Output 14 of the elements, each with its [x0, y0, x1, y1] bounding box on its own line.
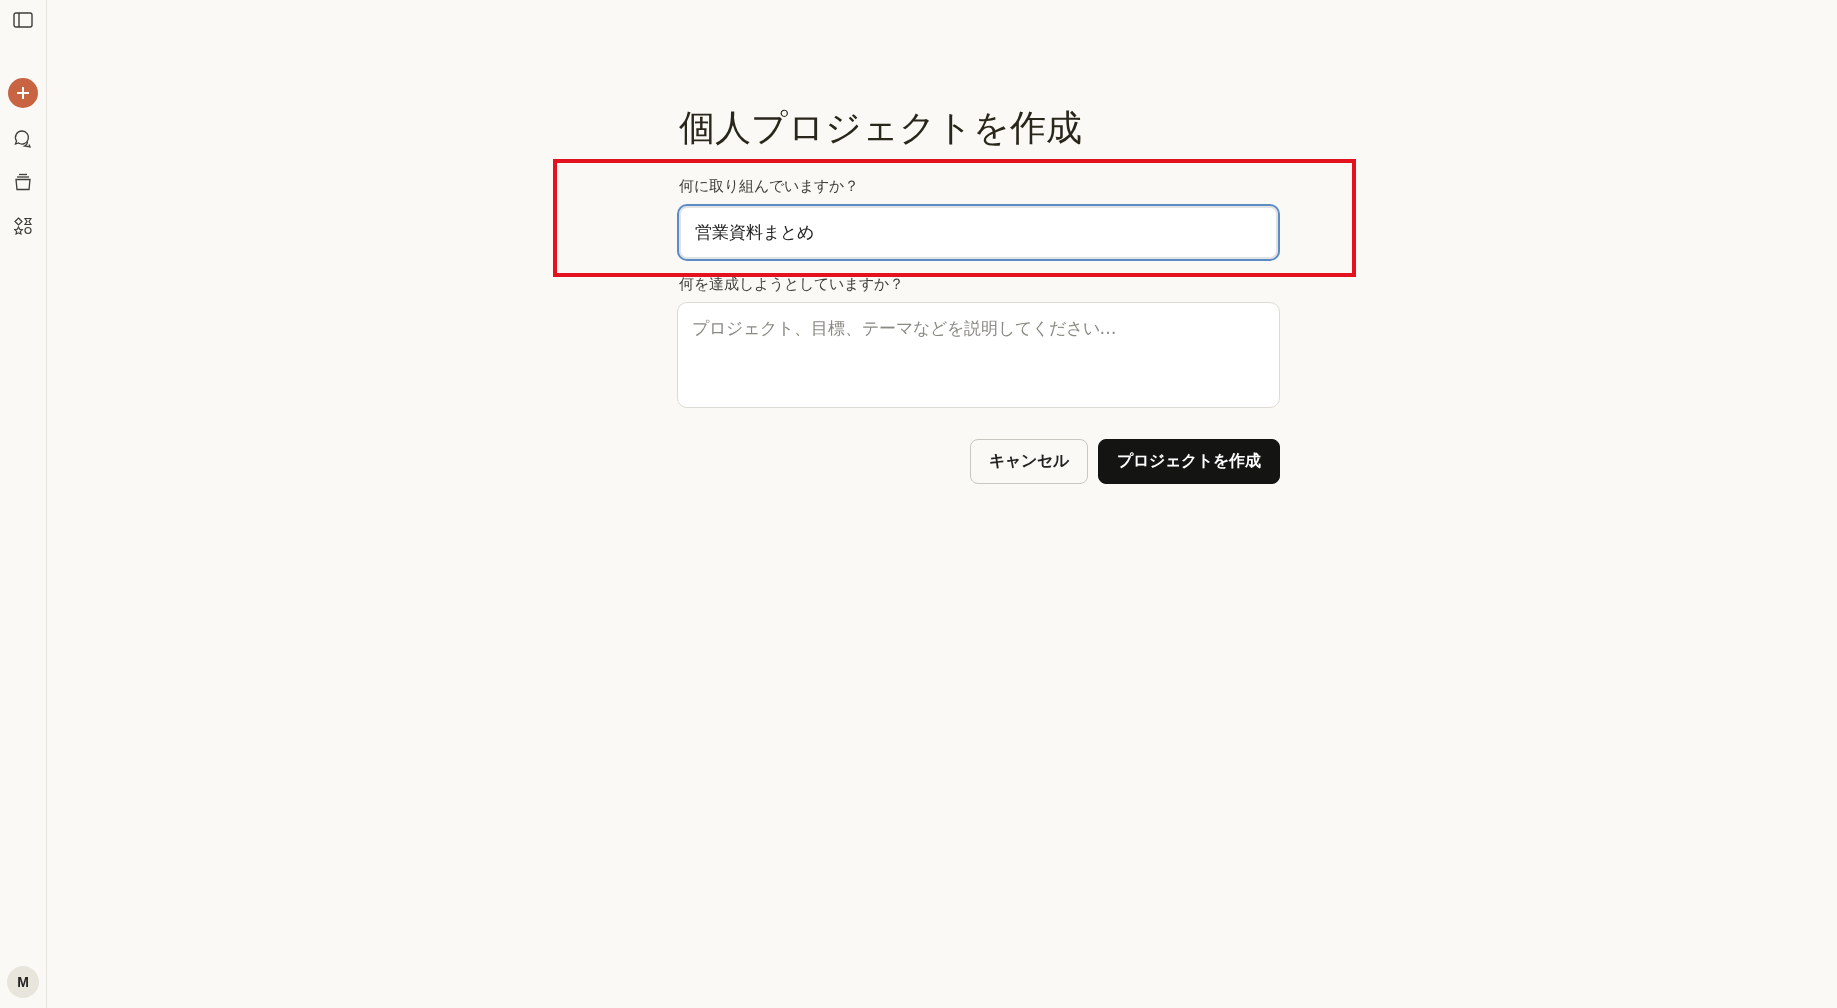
stack-icon[interactable] [14, 173, 32, 191]
text-area[interactable]: プロジェクト、目標、テーマなどを説明してください… [676, 302, 1280, 409]
plus-icon [15, 85, 31, 101]
page-title: 個人プロジェクトを作成 [678, 106, 1083, 150]
create-button[interactable]: プロジェクトを作成 [1097, 439, 1280, 485]
user-avatar[interactable]: M [7, 966, 39, 998]
new-chat-button[interactable] [8, 78, 38, 108]
field-label: 何を達成しようとしていますか？ [678, 275, 905, 295]
field-label: 何に取り組んでいますか？ [678, 177, 860, 197]
sidebar-toggle-icon[interactable] [13, 12, 33, 28]
shapes-icon[interactable] [14, 217, 32, 235]
chat-bubbles-icon[interactable] [13, 129, 33, 149]
input-field[interactable]: 営業資料まとめ [676, 204, 1280, 262]
cancel-button[interactable]: キャンセル [969, 439, 1088, 485]
